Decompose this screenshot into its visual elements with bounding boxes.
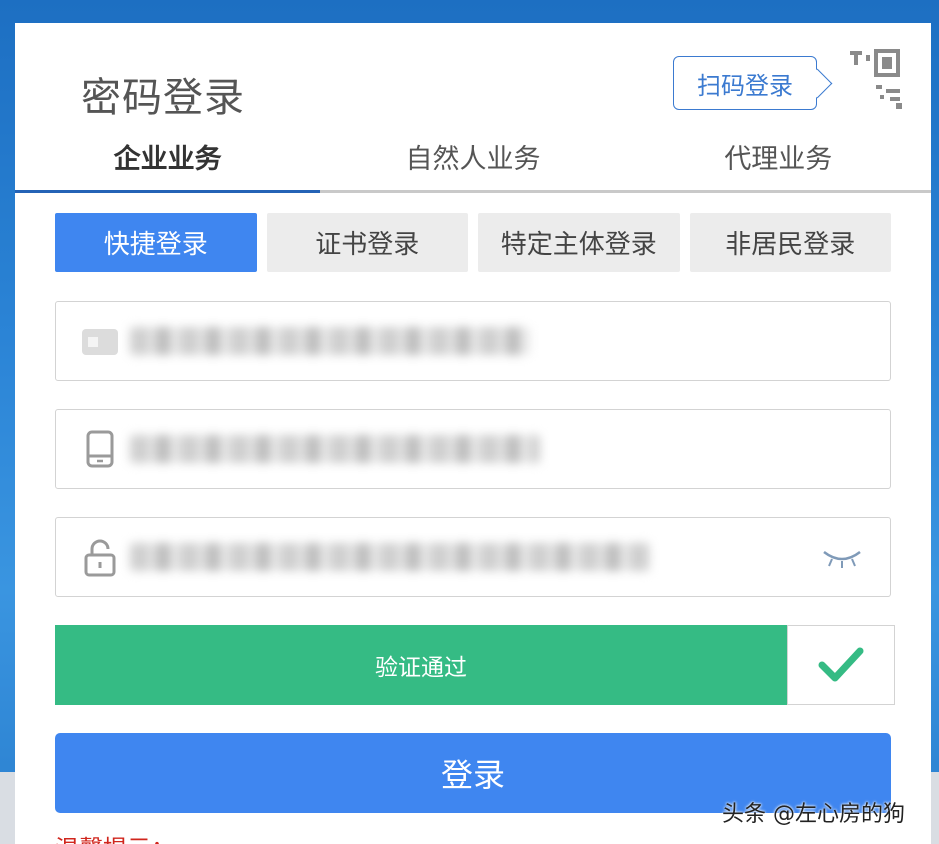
tip-heading: 温馨提示： [55,829,175,844]
tab-certificate-login[interactable]: 证书登录 [266,213,468,272]
tab-enterprise[interactable]: 企业业务 [15,123,321,193]
tab-quick-login[interactable]: 快捷登录 [55,213,257,272]
business-tabs: 企业业务 自然人业务 代理业务 [15,123,931,193]
qr-code-icon[interactable] [830,45,910,125]
tab-specific-entity-login[interactable]: 特定主体登录 [478,213,680,272]
verify-status-label: 验证通过 [55,625,787,705]
verify-slider-handle[interactable] [787,625,895,705]
scan-login-button[interactable]: 扫码登录 [673,56,817,110]
slider-verification: 验证通过 [55,625,895,705]
phone-value [130,435,540,463]
company-id-field[interactable] [55,301,891,381]
login-method-tabs: 快捷登录 证书登录 特定主体登录 非居民登录 [55,213,891,272]
page-title: 密码登录 [81,75,245,121]
watermark-text: 头条 @左心房的狗 [722,802,905,827]
tab-individual[interactable]: 自然人业务 [320,123,625,190]
lock-icon [84,539,116,577]
login-panel: 密码登录 扫码登录 企业业务 自然人业务 代理业务 快捷登录 证书登录 特定主体… [15,23,931,844]
phone-field[interactable] [55,409,891,489]
company-id-value [130,327,530,355]
tab-agent[interactable]: 代理业务 [626,123,931,190]
password-value [130,543,650,571]
id-card-icon [82,329,118,355]
tab-non-resident-login[interactable]: 非居民登录 [689,213,891,272]
eye-closed-icon[interactable] [820,544,864,572]
phone-icon [86,430,114,468]
password-field[interactable] [55,517,891,597]
check-icon [818,647,864,682]
